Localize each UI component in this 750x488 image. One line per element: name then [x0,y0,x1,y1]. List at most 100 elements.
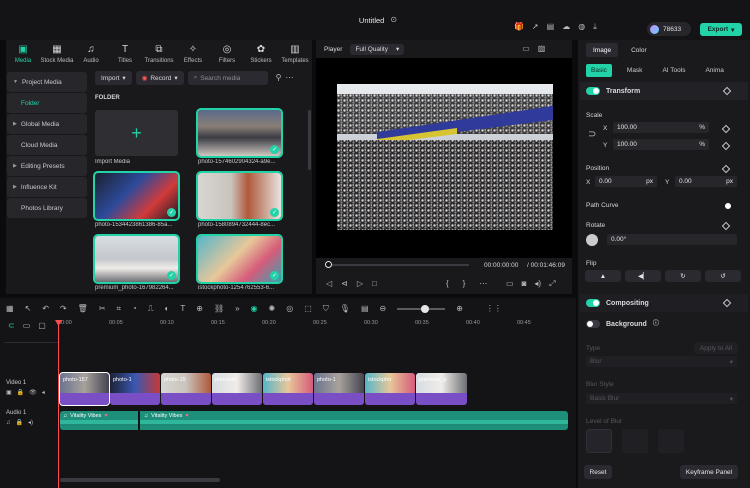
sidebar-item-global-media[interactable]: ▶ Global Media [7,114,87,134]
zoom-in-icon[interactable]: ⊕ [456,305,463,313]
video-track-icon[interactable]: ▣ [6,390,12,396]
sidebar-item-photos-library[interactable]: Photos Library [7,198,87,218]
progress-track[interactable] [327,264,469,266]
blur-level-option[interactable] [622,429,648,453]
scale-y-input[interactable]: 100.00% [613,139,709,150]
tab-transitions[interactable]: ⧉ Transitions [142,40,176,68]
download-icon[interactable]: ⤓ [593,23,597,31]
sidebar-item-influence-kit[interactable]: ▶ Influence Kit [7,177,87,197]
project-title[interactable]: Untitled ⊙ [328,12,428,28]
tab-audio[interactable]: ♫ Audio [74,40,108,68]
scale-x-input[interactable]: 100.00% [613,122,709,133]
transform-section-header[interactable]: Transform [580,82,748,100]
background-section-header[interactable]: Background ⓘ [580,315,748,333]
apply-to-all-button[interactable]: Apply to All [694,342,738,354]
support-icon[interactable]: ◍ [578,23,585,31]
tab-filters[interactable]: ◎ Filters [210,40,244,68]
sidebar-item-project-media[interactable]: ▼ Project Media [7,72,87,92]
expand-icon[interactable]: » [235,305,239,313]
tab-image[interactable]: Image [586,43,619,57]
timeline-ruler[interactable]: 00:00 00:05 00:10 00:15 00:20 00:25 00:3… [58,320,570,330]
rotate-dial[interactable] [586,234,598,246]
color-icon[interactable]: ◐ [165,305,170,313]
speed-icon[interactable]: ◔ [132,305,137,313]
media-item[interactable]: ✓ premium_photo-167982264... [93,234,180,291]
split-icon[interactable]: ⎍ [148,305,154,313]
tab-stock-media[interactable]: ▦ Stock Media [40,40,74,68]
video-clip[interactable]: premium [212,373,262,405]
gift-icon[interactable]: 🎁 [514,23,524,31]
rotate-ccw-button[interactable]: ↺ [705,270,741,282]
blur-level-option[interactable] [658,429,684,453]
delete-icon[interactable]: 🗑 [78,305,88,313]
media-item[interactable]: ✓ photo-1580894732444-8ec... [196,171,283,228]
volume-icon[interactable]: ◂) [534,280,541,288]
link-ratio-icon[interactable]: ⊃ [588,130,596,140]
play-icon[interactable]: ▷ [357,280,363,288]
tab-color[interactable]: Color [624,43,654,57]
search-input[interactable]: ⌕ Search media [187,71,268,85]
credits-badge[interactable]: 78633 [647,22,691,36]
undo-icon[interactable]: ↶ [42,305,49,313]
select-tool-icon[interactable]: ↖ [25,305,32,313]
position-x-input[interactable]: 0.00 px [595,176,657,187]
record-button[interactable]: ◉ Record ▾ [135,71,184,85]
cut-icon[interactable]: ✂ [99,305,106,313]
subtab-ai-tools[interactable]: AI Tools [657,64,690,77]
tab-media[interactable]: ▣ Media [6,40,40,68]
crop-icon[interactable]: ⌗ [117,305,122,313]
flip-vertical-button[interactable]: ▲ [585,270,621,282]
snap-icon[interactable]: ⬚ [304,305,312,313]
zoom-slider[interactable] [397,305,446,313]
subtab-mask[interactable]: Mask [622,64,648,77]
audio-track-icon[interactable]: ♫ [6,420,11,426]
keyframe-icon[interactable] [722,298,732,308]
audio-clip[interactable] [60,411,568,430]
link-icon[interactable]: ⛓ [214,305,224,313]
subtab-basic[interactable]: Basic [586,63,612,77]
fullscreen-icon[interactable]: ⤢ [549,280,555,288]
rotate-cw-button[interactable]: ↻ [665,270,701,282]
step-back-icon[interactable]: ⊲ [341,280,348,288]
playhead[interactable] [58,320,59,488]
sidebar-item-cloud-media[interactable]: Cloud Media [7,135,87,155]
sidebar-item-editing-presets[interactable]: ▶ Editing Presets [7,156,87,176]
video-clip[interactable]: photo-157 [59,372,110,406]
lock-icon[interactable]: 🔒 [16,420,23,426]
media-item[interactable]: ✓ photo-1574602904324-a9e... [196,108,283,165]
tab-templates[interactable]: ▥ Templates [278,40,312,68]
cloud-upload-icon[interactable]: ☁ [562,23,570,31]
template-icon[interactable]: ▤ [547,23,555,31]
camera-icon[interactable]: ◙ [522,280,527,288]
ai-tool-icon[interactable]: ◉ [251,305,258,313]
eye-icon[interactable]: 👁 [29,390,37,396]
media-scrollbar[interactable] [308,110,311,170]
compositing-toggle[interactable] [586,299,600,307]
export-button[interactable]: Export ▾ [700,23,742,36]
mark-in-icon[interactable]: { [446,280,449,288]
video-clip[interactable]: photo-15 [161,373,211,405]
prev-frame-icon[interactable]: ◁ [326,280,332,288]
tab-stickers[interactable]: ✿ Stickers [244,40,278,68]
media-item[interactable]: ✓ photo-1534423861386-85a... [93,171,180,228]
zoom-out-icon[interactable]: ⊖ [380,305,387,313]
tab-effects[interactable]: ✧ Effects [176,40,210,68]
blur-style-select[interactable]: Basic Blur ▾ [586,393,737,404]
render-icon[interactable]: ◎ [286,305,293,313]
zoom-fit-icon[interactable]: ⊕ [196,305,203,313]
scene-icon[interactable]: ▢ [38,322,46,330]
video-clip[interactable]: photo-1 [314,373,364,405]
transform-toggle[interactable] [586,87,600,95]
compare-view-icon[interactable]: ▭ [522,45,530,53]
display-icon[interactable]: ▭ [506,280,514,288]
position-y-input[interactable]: 0.00 px [675,176,737,187]
grid-icon[interactable]: ⋮⋮ [486,305,502,313]
media-item[interactable]: ✓ istockphoto-1254762553-6... [196,234,283,291]
video-clip[interactable]: premium_p [416,373,467,405]
layout-icon[interactable]: ▦ [6,305,14,313]
subtab-animation[interactable]: Anima [700,64,728,77]
keyframe-panel-button[interactable]: Keyframe Panel [680,465,738,479]
video-clip[interactable]: photo-1 [110,373,160,405]
quality-dropdown[interactable]: Full Quality ▾ [350,43,405,55]
bg-type-select[interactable]: Blur ▾ [586,356,737,367]
